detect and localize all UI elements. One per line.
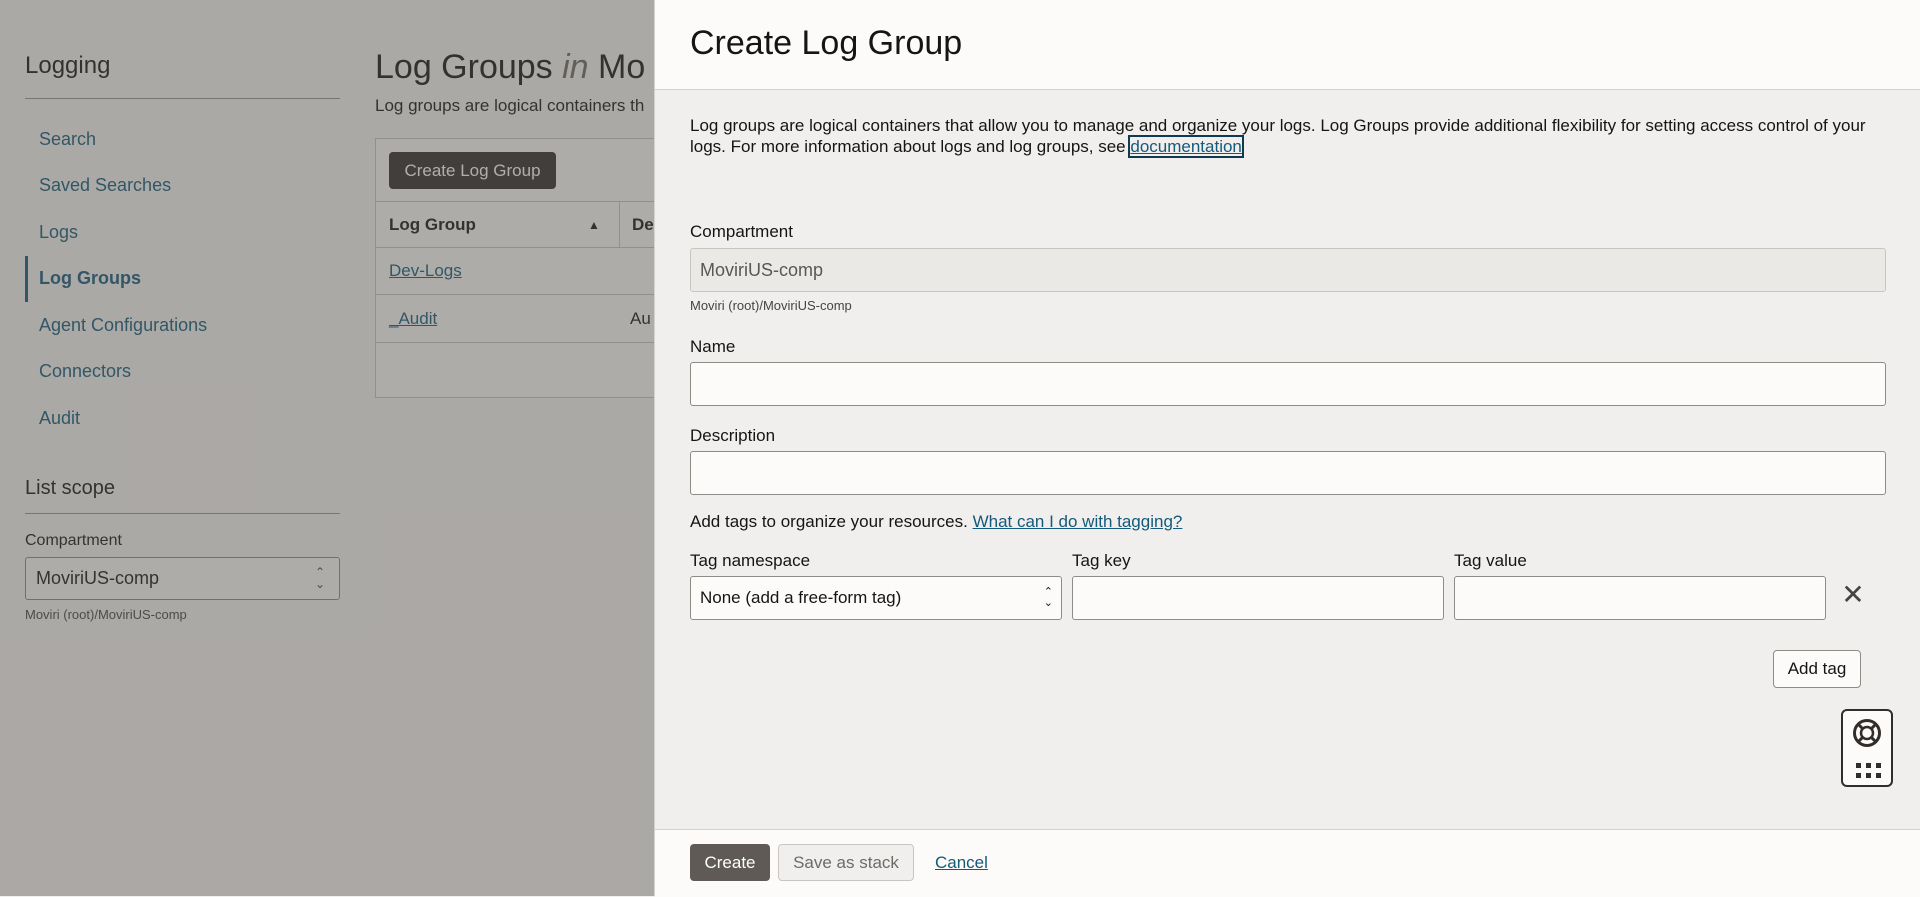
name-field-label: Name (690, 337, 736, 356)
panel-title: Create Log Group (690, 24, 963, 62)
tag-key-label: Tag key (1072, 551, 1131, 570)
name-input[interactable] (690, 362, 1886, 406)
grid-icon (1856, 763, 1881, 778)
compartment-field[interactable]: MoviriUS-comp (690, 248, 1886, 292)
documentation-link[interactable]: documentation (1128, 135, 1244, 158)
compartment-field-label: Compartment (690, 222, 793, 241)
create-log-group-panel: Create Log Group Log groups are logical … (654, 0, 1920, 897)
tag-value-label: Tag value (1454, 551, 1527, 570)
compartment-help: Moviri (root)/MoviriUS-comp (690, 298, 852, 313)
add-tag-button[interactable]: Add tag (1773, 650, 1861, 688)
chevron-up-down-icon: ⌃ ⌄ (1043, 586, 1053, 609)
tag-namespace-value: None (add a free-form tag) (700, 588, 902, 607)
save-as-stack-button[interactable]: Save as stack (778, 844, 914, 881)
panel-header: Create Log Group (655, 0, 1920, 90)
panel-footer: Create Save as stack Cancel (655, 829, 1920, 897)
tag-namespace-label: Tag namespace (690, 551, 811, 570)
tagging-help-link[interactable]: What can I do with tagging? (973, 512, 1183, 531)
intro-text: Log groups are logical containers that a… (690, 116, 1866, 158)
description-input[interactable] (690, 451, 1886, 495)
help-widget[interactable] (1841, 709, 1893, 787)
tag-key-input[interactable] (1072, 576, 1444, 620)
tags-text: Add tags to organize your resources. Wha… (690, 512, 1183, 531)
lifebuoy-icon (1853, 719, 1881, 747)
create-button[interactable]: Create (690, 844, 770, 881)
modal-overlay[interactable] (0, 0, 654, 896)
close-icon[interactable]: ✕ (1838, 580, 1868, 610)
cancel-link[interactable]: Cancel (935, 853, 988, 873)
tag-namespace-select[interactable]: None (add a free-form tag) ⌃ ⌄ (690, 576, 1062, 620)
tag-value-input[interactable] (1454, 576, 1826, 620)
description-field-label: Description (690, 426, 776, 445)
